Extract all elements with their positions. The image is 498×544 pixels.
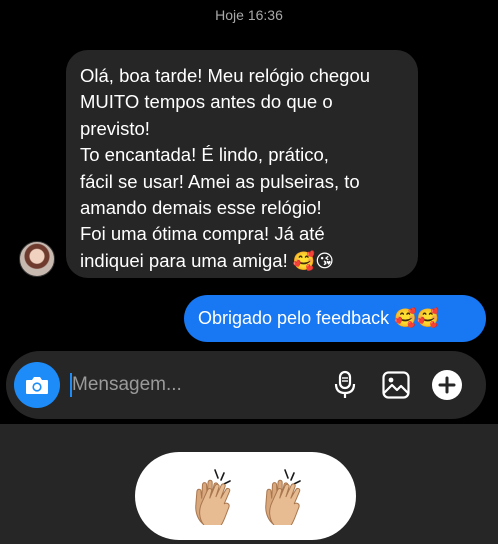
- text-caret: [70, 373, 72, 397]
- message-line: previsto!: [80, 117, 150, 139]
- timestamp: Hoje 16:36: [215, 7, 283, 23]
- emoji-smiling-hearts: 🥰🥰: [394, 308, 439, 328]
- clapping-hands-reaction[interactable]: [253, 467, 309, 525]
- message-line: amando demais esse relógio!: [80, 197, 322, 219]
- outgoing-message-bubble[interactable]: Obrigado pelo feedback 🥰🥰: [184, 295, 486, 342]
- microphone-icon: [334, 370, 356, 398]
- emoji-love-kiss: 🥰😘: [292, 250, 335, 271]
- message-composer: Mensagem...: [6, 351, 486, 419]
- message-input-placeholder: Mensagem...: [72, 374, 182, 395]
- clapping-hands-icon: [264, 469, 301, 525]
- incoming-message-bubble[interactable]: Olá, boa tarde! Meu relógio chegou MUITO…: [66, 50, 418, 278]
- camera-button[interactable]: [14, 362, 60, 408]
- reaction-bar: [135, 452, 356, 540]
- message-line: Foi uma ótima compra! Já até: [80, 223, 325, 245]
- voice-message-button[interactable]: [327, 367, 363, 403]
- message-line-text: indiquei para uma amiga!: [80, 249, 293, 271]
- message-line: To encantada! É lindo, prático,: [80, 144, 329, 166]
- message-line: fácil se usar! Amei as pulseiras, to: [80, 170, 360, 192]
- message-line: Olá, boa tarde! Meu relógio chegou: [80, 65, 371, 86]
- chat-thread: Hoje 16:36 Olá, boa tarde! Meu relógio c…: [0, 0, 498, 424]
- message-line-last: indiquei para uma amiga! 🥰😘: [80, 248, 406, 274]
- message-line: MUITO tempos antes do que o: [80, 91, 333, 113]
- image-gallery-icon: [382, 371, 410, 399]
- plus-circle-icon: [432, 370, 462, 400]
- clapping-hands-reaction[interactable]: [183, 467, 239, 525]
- avatar[interactable]: [19, 241, 55, 277]
- add-button[interactable]: [429, 367, 465, 403]
- gallery-button[interactable]: [378, 367, 414, 403]
- clapping-hands-icon: [194, 469, 231, 525]
- outgoing-message-text: Obrigado pelo feedback: [198, 308, 395, 328]
- camera-icon: [26, 377, 48, 394]
- message-input[interactable]: Mensagem...: [70, 371, 302, 399]
